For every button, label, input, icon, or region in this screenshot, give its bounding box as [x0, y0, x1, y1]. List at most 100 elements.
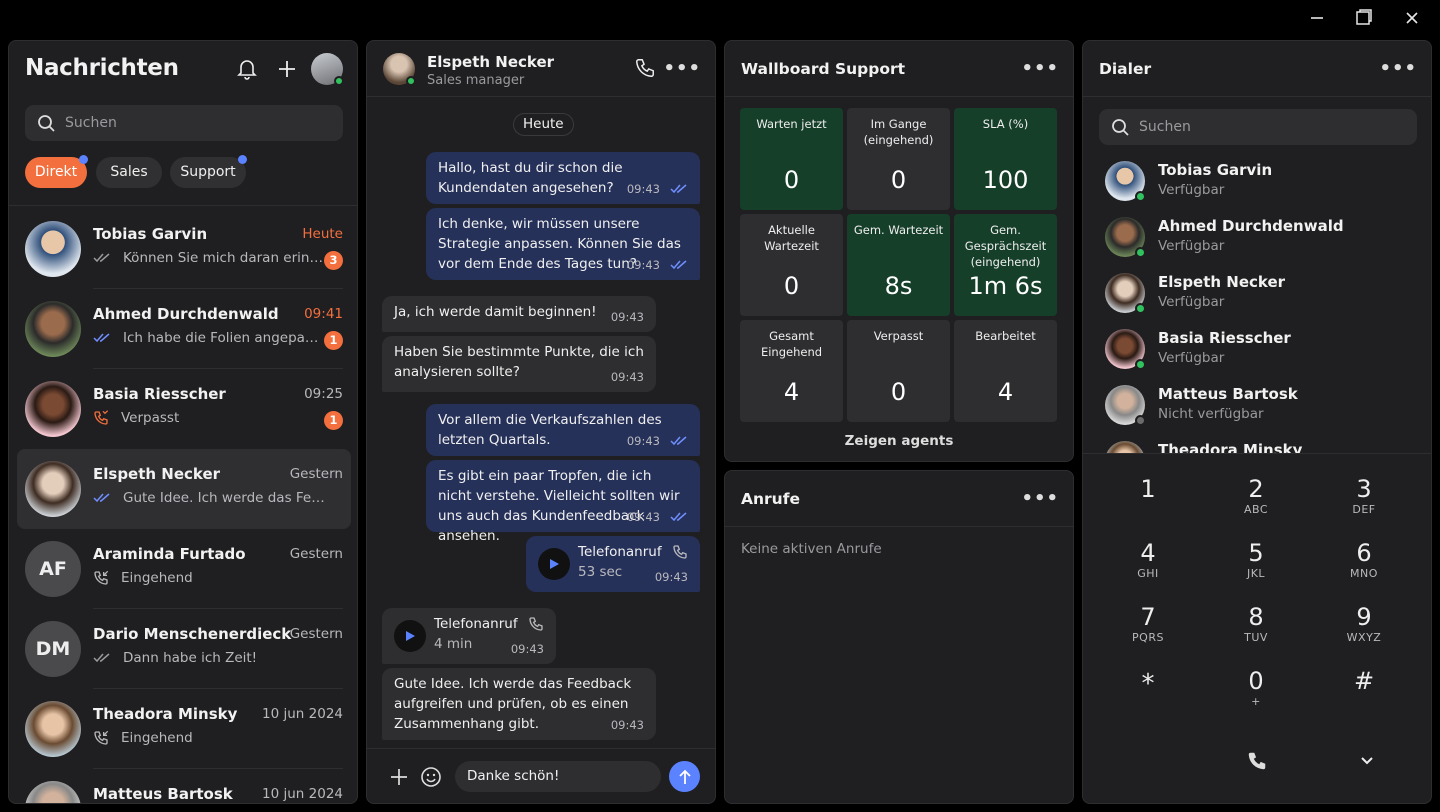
dialer-title: Dialer	[1099, 60, 1152, 78]
dial-key-9[interactable]: 9 WXYZ	[1324, 603, 1404, 645]
contact-name: Basia Riesscher	[1158, 329, 1291, 347]
calls-title: Anrufe	[741, 490, 800, 508]
dialer-contact[interactable]: Elspeth Necker Verfügbar	[1105, 273, 1405, 329]
conversation-item[interactable]: Theadora Minsky 10 jun 2024 Eingehend	[17, 689, 351, 769]
chevron-down-icon[interactable]	[1353, 747, 1381, 775]
bell-icon[interactable]	[233, 55, 261, 83]
attach-plus-icon[interactable]	[385, 763, 413, 791]
tile-value: 4	[997, 378, 1014, 406]
conversation-name: Theadora Minsky	[93, 705, 238, 723]
read-receipt-icon	[665, 184, 688, 194]
tile-label: Gem. Wartezeit	[853, 223, 944, 237]
play-icon	[404, 630, 416, 642]
chat-message[interactable]: Ja, ich werde damit beginnen! 09:43	[382, 296, 656, 332]
phone-icon[interactable]	[631, 54, 659, 82]
conversation-item[interactable]: DM Dario Menschenerdieck Gestern Dann habe …	[17, 609, 351, 689]
dial-key-3[interactable]: 3 DEF	[1324, 475, 1404, 517]
conversation-item[interactable]: Elspeth Necker Gestern Gute Idee. Ich werd…	[17, 449, 351, 529]
conversation-item[interactable]: AF Araminda Furtado Gestern Eingehend	[17, 529, 351, 609]
unread-badge: 1	[324, 411, 343, 430]
emoji-icon[interactable]	[417, 763, 445, 791]
key-digit: 5	[1248, 539, 1264, 567]
chat-message[interactable]: Vor allem die Verkaufszahlen des letzten…	[426, 404, 700, 456]
avatar	[25, 461, 81, 517]
call-message[interactable]: Telefonanruf 53 sec 09:43	[526, 536, 700, 592]
message-time: 09:43	[611, 715, 644, 735]
show-agents-link[interactable]: Zeigen agents	[725, 433, 1073, 449]
dial-key-0[interactable]: 0 +	[1216, 667, 1296, 709]
conversation-time: 10 jun 2024	[262, 706, 343, 722]
contact-name: Matteus Bartosk	[1158, 385, 1298, 403]
conversation-item[interactable]: Tobias Garvin Heute Können Sie mich daran …	[17, 209, 351, 289]
search-input[interactable]: Suchen	[25, 105, 343, 141]
dialer-search-input[interactable]: Suchen	[1099, 109, 1417, 145]
search-placeholder: Suchen	[1139, 119, 1191, 135]
key-letters: DEF	[1352, 503, 1376, 516]
dial-key-6[interactable]: 6 MNO	[1324, 539, 1404, 581]
maximize-icon[interactable]	[1352, 8, 1376, 32]
read-receipt-icon	[93, 493, 117, 503]
dial-key-star[interactable]: *	[1108, 667, 1188, 701]
conversation-name: Matteus Bartosk	[93, 785, 233, 803]
message-time: 09:43	[611, 367, 644, 387]
send-button[interactable]	[669, 761, 700, 792]
call-message[interactable]: Telefonanruf 4 min 09:43	[382, 608, 556, 664]
close-window-icon[interactable]	[1400, 8, 1424, 32]
conversation-item[interactable]: Basia Riesscher 09:25 Verpasst 1	[17, 369, 351, 449]
dialer-contact[interactable]: Tobias Garvin Verfügbar	[1105, 161, 1405, 217]
key-digit: 2	[1248, 475, 1264, 503]
dial-key-4[interactable]: 4 GHI	[1108, 539, 1188, 581]
chat-message[interactable]: Haben Sie bestimmte Punkte, die ich anal…	[382, 336, 656, 392]
more-icon[interactable]: •••	[1021, 488, 1059, 509]
dial-key-5[interactable]: 5 JKL	[1216, 539, 1296, 581]
play-button[interactable]	[538, 548, 570, 580]
conversation-time: 09:25	[304, 386, 343, 402]
dial-key-2[interactable]: 2 ABC	[1216, 475, 1296, 517]
chat-message[interactable]: Es gibt ein paar Tropfen, die ich nicht …	[426, 460, 700, 544]
dial-key-7[interactable]: 7 PQRS	[1108, 603, 1188, 645]
dialer-contact[interactable]: Matteus Bartosk Nicht verfügbar	[1105, 385, 1405, 441]
more-icon[interactable]: •••	[663, 58, 701, 79]
call-button[interactable]	[1243, 747, 1271, 775]
conversation-name: Tobias Garvin	[93, 225, 208, 243]
conversation-item[interactable]: Matteus Bartosk 10 jun 2024	[17, 769, 351, 803]
avatar	[1105, 217, 1146, 258]
conversation-time: Gestern	[289, 466, 343, 482]
tile-label: Bearbeitet	[975, 329, 1036, 343]
more-icon[interactable]: •••	[1021, 58, 1059, 79]
key-digit: 3	[1356, 475, 1372, 503]
more-icon[interactable]: •••	[1379, 58, 1417, 79]
avatar	[1105, 273, 1146, 314]
conversation-item[interactable]: Ahmed Durchdenwald 09:41 Ich habe die Foli…	[17, 289, 351, 369]
filter-sales[interactable]: Sales	[96, 157, 162, 188]
dial-key-8[interactable]: 8 TUV	[1216, 603, 1296, 645]
dial-key-1[interactable]: 1	[1108, 475, 1188, 503]
avatar	[1105, 329, 1146, 370]
dialer-contact[interactable]: Ahmed Durchdenwald Verfügbar	[1105, 217, 1405, 273]
unread-dot	[238, 155, 247, 164]
chat-message[interactable]: Hallo, hast du dir schon die Kundendaten…	[426, 152, 700, 204]
dial-key-hash[interactable]: #	[1324, 667, 1404, 695]
phone-icon	[1248, 752, 1266, 770]
play-button[interactable]	[394, 620, 426, 652]
plus-icon[interactable]	[273, 55, 301, 83]
contact-avatar[interactable]	[383, 53, 416, 86]
filter-support[interactable]: Support	[170, 155, 247, 188]
chat-message[interactable]: Gute Idee. Ich werde das Feedback aufgre…	[382, 668, 656, 740]
contact-role: Sales manager	[427, 73, 525, 88]
filter-direkt[interactable]: Direkt	[25, 155, 88, 188]
key-letters: PQRS	[1132, 631, 1164, 644]
message-input[interactable]: Danke schön!	[455, 761, 661, 792]
tile-value: 0	[783, 166, 800, 194]
incoming-call-icon	[93, 570, 115, 586]
minimize-icon[interactable]	[1305, 8, 1329, 32]
chat-message[interactable]: Ich denke, wir müssen unsere Strategie a…	[426, 208, 700, 280]
dialer-contact[interactable]: Basia Riesscher Verfügbar	[1105, 329, 1405, 385]
user-avatar[interactable]	[311, 53, 344, 86]
wallboard-tile: Bearbeitet 4	[954, 320, 1057, 422]
key-letters: JKL	[1246, 567, 1266, 580]
preview-text: Dann habe ich Zeit!	[123, 650, 258, 666]
avatar	[25, 781, 81, 803]
dialer-contact[interactable]: Theadora Minsky	[1105, 441, 1405, 453]
avatar	[25, 701, 81, 757]
